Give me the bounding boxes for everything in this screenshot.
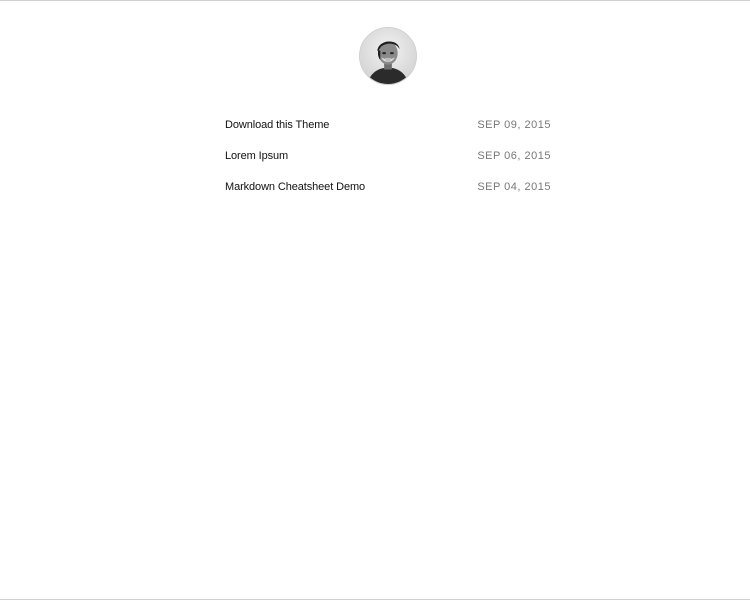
list-item: Download this Theme SEP 09, 2015 (225, 109, 551, 140)
user-avatar-icon (360, 28, 416, 84)
post-title-link[interactable]: Lorem Ipsum (225, 146, 288, 166)
list-item: Markdown Cheatsheet Demo SEP 04, 2015 (225, 171, 551, 202)
avatar[interactable] (359, 27, 417, 85)
post-title-link[interactable]: Download this Theme (225, 115, 329, 135)
post-date: SEP 09, 2015 (477, 118, 551, 131)
list-item: Lorem Ipsum SEP 06, 2015 (225, 140, 551, 171)
post-list: Download this Theme SEP 09, 2015 Lorem I… (225, 109, 551, 202)
post-date: SEP 06, 2015 (477, 149, 551, 162)
post-date: SEP 04, 2015 (477, 180, 551, 193)
post-title-link[interactable]: Markdown Cheatsheet Demo (225, 177, 365, 197)
